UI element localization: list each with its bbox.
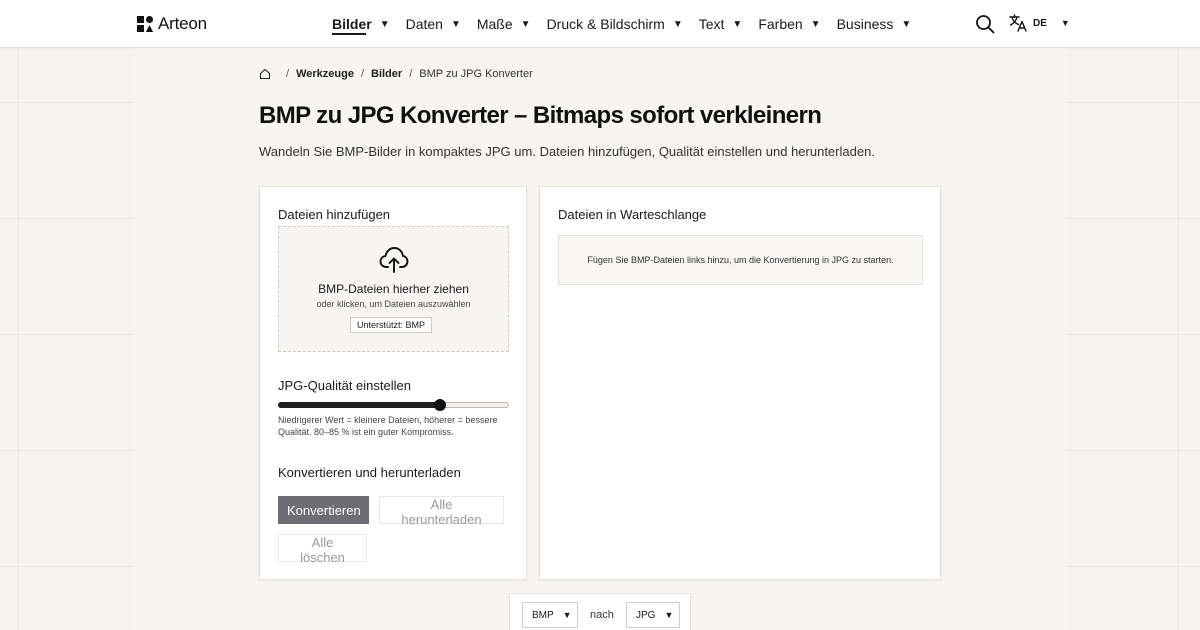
convert-button[interactable]: Konvertieren bbox=[278, 496, 369, 524]
nav-item-bilder[interactable]: Bilder ▼ bbox=[332, 0, 390, 48]
quality-hint: Niedrigerer Wert = kleinere Dateien, höh… bbox=[278, 415, 498, 437]
caret-down-icon: ▼ bbox=[1060, 18, 1070, 28]
quality-heading: JPG-Qualität einstellen bbox=[278, 378, 411, 393]
format-connector: nach bbox=[590, 609, 614, 621]
queue-empty-text: Fügen Sie BMP-Dateien links hinzu, um di… bbox=[587, 255, 894, 265]
nav-item-farben[interactable]: Farben ▼ bbox=[758, 0, 820, 48]
caret-down-icon: ▼ bbox=[520, 18, 531, 30]
quality-slider[interactable] bbox=[278, 397, 509, 413]
nav-item-daten[interactable]: Daten ▼ bbox=[406, 0, 461, 48]
language-code: DE bbox=[1033, 17, 1047, 29]
file-dropzone[interactable]: BMP-Dateien hierher ziehen oder klicken,… bbox=[278, 226, 509, 352]
home-icon[interactable] bbox=[259, 68, 271, 80]
brand-logo[interactable]: Arteon bbox=[137, 14, 207, 34]
nav-label: Text bbox=[698, 16, 725, 32]
main-nav: Bilder ▼ Daten ▼ Maße ▼ Druck & Bildschi… bbox=[332, 0, 927, 48]
main-content: / Werkzeuge / Bilder / BMP zu JPG Konver… bbox=[134, 48, 1066, 630]
queue-empty-state: Fügen Sie BMP-Dateien links hinzu, um di… bbox=[558, 235, 923, 285]
site-header: Arteon Bilder ▼ Daten ▼ Maße ▼ Druck & B… bbox=[0, 0, 1200, 48]
nav-label: Druck & Bildschirm bbox=[546, 16, 665, 32]
breadcrumb-separator: / bbox=[360, 68, 364, 80]
breadcrumb-separator: / bbox=[409, 68, 413, 80]
arteon-logo-icon bbox=[137, 16, 153, 32]
caret-down-icon: ▼ bbox=[810, 18, 821, 30]
nav-item-druck-bildschirm[interactable]: Druck & Bildschirm ▼ bbox=[547, 0, 683, 48]
nav-label: Daten bbox=[405, 16, 443, 32]
dropzone-title: BMP-Dateien hierher ziehen bbox=[318, 282, 469, 296]
source-format-select[interactable]: BMP ▼ bbox=[522, 602, 578, 628]
nav-label: Business bbox=[836, 16, 894, 32]
queue-heading: Dateien in Warteschlange bbox=[558, 207, 707, 222]
nav-item-text[interactable]: Text ▼ bbox=[699, 0, 743, 48]
page-subtitle: Wandeln Sie BMP-Bilder in kompaktes JPG … bbox=[259, 144, 875, 159]
search-icon[interactable] bbox=[975, 14, 995, 34]
actions-heading: Konvertieren und herunterladen bbox=[278, 465, 461, 480]
caret-down-icon: ▼ bbox=[664, 610, 674, 620]
dropzone-subtitle: oder klicken, um Dateien auszuwählen bbox=[316, 299, 471, 309]
caret-down-icon: ▼ bbox=[450, 18, 461, 30]
language-switcher[interactable]: DE ▼ bbox=[1009, 14, 1070, 32]
nav-label: Maße bbox=[476, 16, 513, 32]
caret-down-icon: ▼ bbox=[901, 18, 912, 30]
page-title: BMP zu JPG Konverter – Bitmaps sofort ve… bbox=[259, 102, 822, 129]
nav-label: Bilder bbox=[332, 16, 372, 32]
format-selector-bar: BMP ▼ nach JPG ▼ bbox=[509, 593, 691, 630]
breadcrumb: / Werkzeuge / Bilder / BMP zu JPG Konver… bbox=[259, 68, 533, 80]
slider-fill bbox=[278, 402, 440, 408]
nav-item-business[interactable]: Business ▼ bbox=[837, 0, 912, 48]
download-all-button[interactable]: Alle herunterladen bbox=[379, 496, 504, 527]
breadcrumb-separator: / bbox=[286, 68, 290, 80]
caret-down-icon: ▼ bbox=[562, 610, 572, 620]
cloud-upload-icon bbox=[379, 247, 409, 273]
caret-down-icon: ▼ bbox=[379, 18, 390, 30]
breadcrumb-werkzeuge[interactable]: Werkzeuge bbox=[296, 68, 354, 80]
breadcrumb-bilder[interactable]: Bilder bbox=[371, 68, 402, 80]
nav-item-masse[interactable]: Maße ▼ bbox=[477, 0, 531, 48]
clear-all-button[interactable]: Alle löschen bbox=[278, 534, 367, 565]
translate-icon bbox=[1009, 14, 1027, 32]
supported-format-badge: Unterstützt: BMP bbox=[350, 317, 433, 333]
upload-card: Dateien hinzufügen BMP-Dateien hierher z… bbox=[259, 186, 527, 580]
caret-down-icon: ▼ bbox=[672, 18, 683, 30]
slider-thumb[interactable] bbox=[433, 399, 446, 411]
upload-heading: Dateien hinzufügen bbox=[278, 207, 391, 222]
breadcrumb-current: BMP zu JPG Konverter bbox=[419, 68, 533, 80]
brand-name: Arteon bbox=[158, 14, 207, 33]
target-format-select[interactable]: JPG ▼ bbox=[626, 602, 680, 628]
queue-card: Dateien in Warteschlange Fügen Sie BMP-D… bbox=[539, 186, 941, 580]
target-format-value: JPG bbox=[636, 609, 656, 621]
nav-label: Farben bbox=[758, 16, 803, 32]
source-format-value: BMP bbox=[532, 609, 554, 621]
caret-down-icon: ▼ bbox=[732, 18, 743, 30]
